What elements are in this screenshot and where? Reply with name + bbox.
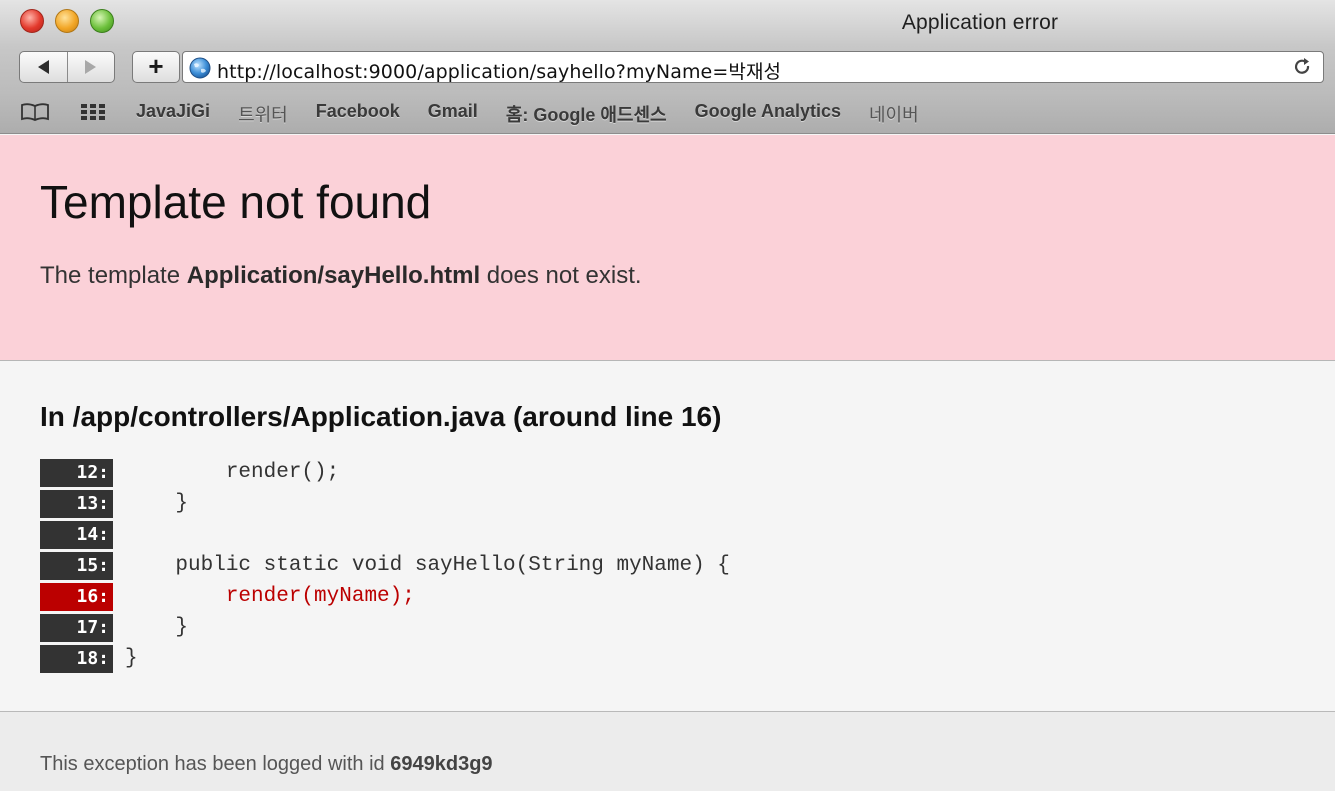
window-titlebar: Application error <box>0 0 1335 44</box>
url-text: http://localhost:9000/application/sayhel… <box>217 61 782 83</box>
exception-id: 6949kd3g9 <box>390 753 493 775</box>
bookmarks-bar: JavaJiGi 트위터 Facebook Gmail 홈: Google 애드… <box>0 90 1335 134</box>
add-bookmark-button[interactable]: + <box>132 51 180 83</box>
code-line: 15: public static void sayHello(String m… <box>40 550 730 581</box>
error-code-line: 16: render(myName); <box>40 581 730 612</box>
line-code: } <box>125 647 138 670</box>
code-line: 18: } <box>40 643 730 674</box>
forward-arrow-icon <box>85 60 97 74</box>
line-code: } <box>125 492 189 515</box>
bookmark-google-analytics[interactable]: Google Analytics <box>695 101 841 127</box>
bookmark-google-adsense[interactable]: 홈: Google 애드센스 <box>506 101 667 127</box>
line-number: 17: <box>40 613 113 642</box>
bookmark-facebook[interactable]: Facebook <box>316 101 400 127</box>
grid-icon[interactable] <box>80 102 106 122</box>
line-number: 15: <box>40 551 113 580</box>
source-code: 12: render(); 13: } 14: 15: public stati… <box>40 457 730 674</box>
line-code: render(myName); <box>125 585 415 608</box>
source-section: In /app/controllers/Application.java (ar… <box>0 361 1335 711</box>
back-button[interactable] <box>20 52 67 82</box>
globe-icon <box>189 57 211 79</box>
line-code: render(); <box>125 461 340 484</box>
code-line: 14: <box>40 519 730 550</box>
template-name: Application/sayHello.html <box>186 262 481 289</box>
line-number: 14: <box>40 520 113 549</box>
line-number: 18: <box>40 644 113 673</box>
navigation-buttons <box>19 51 115 83</box>
code-line: 12: render(); <box>40 457 730 488</box>
code-line: 17: } <box>40 612 730 643</box>
minimize-window-button[interactable] <box>55 9 79 33</box>
exception-log-text: This exception has been logged with id 6… <box>40 753 493 776</box>
zoom-window-button[interactable] <box>90 9 114 33</box>
error-title: Template not found <box>40 176 432 228</box>
bookmark-gmail[interactable]: Gmail <box>428 101 478 127</box>
line-code: public static void sayHello(String myNam… <box>125 554 730 577</box>
bookmark-javajigi[interactable]: JavaJiGi <box>136 101 210 127</box>
error-description: The template Application/sayHello.html d… <box>40 262 642 290</box>
bookmark-items: JavaJiGi 트위터 Facebook Gmail 홈: Google 애드… <box>136 101 947 127</box>
book-icon[interactable] <box>20 102 50 122</box>
address-bar[interactable]: http://localhost:9000/application/sayhel… <box>182 51 1324 83</box>
line-code: } <box>125 616 189 639</box>
footer: This exception has been logged with id 6… <box>0 711 1335 791</box>
forward-button[interactable] <box>66 52 115 82</box>
code-line: 13: } <box>40 488 730 519</box>
back-arrow-icon <box>37 60 49 74</box>
line-number: 16: <box>40 582 113 611</box>
error-desc-suffix: does not exist. <box>480 262 642 289</box>
bookmark-naver[interactable]: 네이버 <box>869 101 919 127</box>
reload-icon[interactable] <box>1293 57 1313 77</box>
source-title: In /app/controllers/Application.java (ar… <box>40 401 722 432</box>
close-window-button[interactable] <box>20 9 44 33</box>
bookmark-twitter[interactable]: 트위터 <box>238 101 288 127</box>
log-prefix: This exception has been logged with id <box>40 753 391 775</box>
line-number: 12: <box>40 458 113 487</box>
browser-toolbar: + http://localhost:9000/application/sayh… <box>0 44 1335 90</box>
error-header: Template not found The template Applicat… <box>0 135 1335 361</box>
line-number: 13: <box>40 489 113 518</box>
window-title: Application error <box>901 11 1059 34</box>
error-desc-prefix: The template <box>40 262 187 289</box>
